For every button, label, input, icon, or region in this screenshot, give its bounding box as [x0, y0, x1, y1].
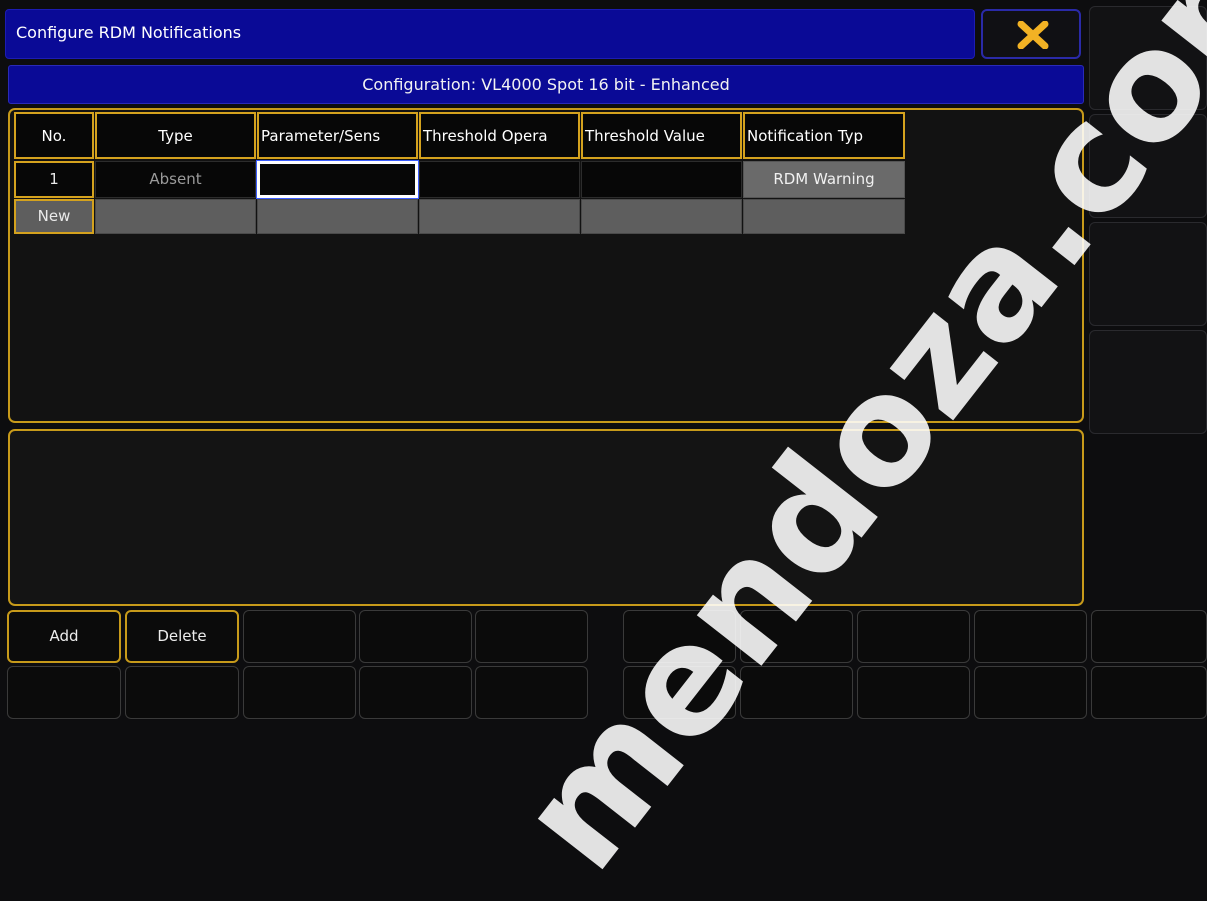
function-key-11[interactable] [7, 666, 121, 719]
new-row-parameter[interactable] [257, 199, 418, 234]
column-header-threshold-value[interactable]: Threshold Value [581, 112, 742, 159]
function-key-6[interactable] [623, 610, 736, 663]
function-key-20[interactable] [1091, 666, 1207, 719]
dialog-title-bar: Configure RDM Notifications [5, 9, 975, 59]
function-key-15[interactable] [475, 666, 588, 719]
configuration-header: Configuration: VL4000 Spot 16 bit - Enha… [8, 65, 1084, 104]
function-key-19[interactable] [974, 666, 1087, 719]
details-panel [8, 429, 1084, 606]
function-key-18[interactable] [857, 666, 970, 719]
side-pane-3[interactable] [1089, 222, 1207, 326]
add-button[interactable]: Add [7, 610, 121, 663]
new-row-type[interactable] [95, 199, 256, 234]
row-1-notification-type[interactable]: RDM Warning [743, 161, 905, 198]
row-1-threshold-value[interactable] [581, 161, 742, 198]
function-key-5[interactable] [475, 610, 588, 663]
function-key-8[interactable] [857, 610, 970, 663]
delete-button[interactable]: Delete [125, 610, 239, 663]
row-1-no[interactable]: 1 [14, 161, 94, 198]
side-pane-1[interactable] [1089, 6, 1207, 110]
add-button-label: Add [49, 627, 79, 645]
close-button[interactable] [981, 9, 1081, 59]
new-row-button[interactable]: New [14, 199, 94, 234]
function-key-13[interactable] [243, 666, 356, 719]
column-header-no[interactable]: No. [14, 112, 94, 159]
column-header-type[interactable]: Type [95, 112, 256, 159]
function-key-7[interactable] [740, 610, 853, 663]
dialog-title: Configure RDM Notifications [16, 23, 242, 42]
row-1-threshold-operator[interactable] [419, 161, 580, 198]
side-pane-2[interactable] [1089, 114, 1207, 218]
new-row-notification-type[interactable] [743, 199, 905, 234]
new-row-threshold-operator[interactable] [419, 199, 580, 234]
function-key-9[interactable] [974, 610, 1087, 663]
function-key-10[interactable] [1091, 610, 1207, 663]
side-pane-4[interactable] [1089, 330, 1207, 434]
function-key-14[interactable] [359, 666, 472, 719]
column-header-notification-type[interactable]: Notification Typ [743, 112, 905, 159]
function-key-17[interactable] [740, 666, 853, 719]
function-key-12[interactable] [125, 666, 239, 719]
new-row-threshold-value[interactable] [581, 199, 742, 234]
function-key-4[interactable] [359, 610, 472, 663]
column-header-parameter[interactable]: Parameter/Sens [257, 112, 418, 159]
row-1-parameter-input[interactable] [256, 160, 419, 199]
column-header-threshold-operator[interactable]: Threshold Opera [419, 112, 580, 159]
function-key-3[interactable] [243, 610, 356, 663]
function-key-16[interactable] [623, 666, 736, 719]
row-1-type[interactable]: Absent [95, 161, 256, 198]
delete-button-label: Delete [157, 627, 207, 645]
close-icon [1017, 21, 1049, 49]
